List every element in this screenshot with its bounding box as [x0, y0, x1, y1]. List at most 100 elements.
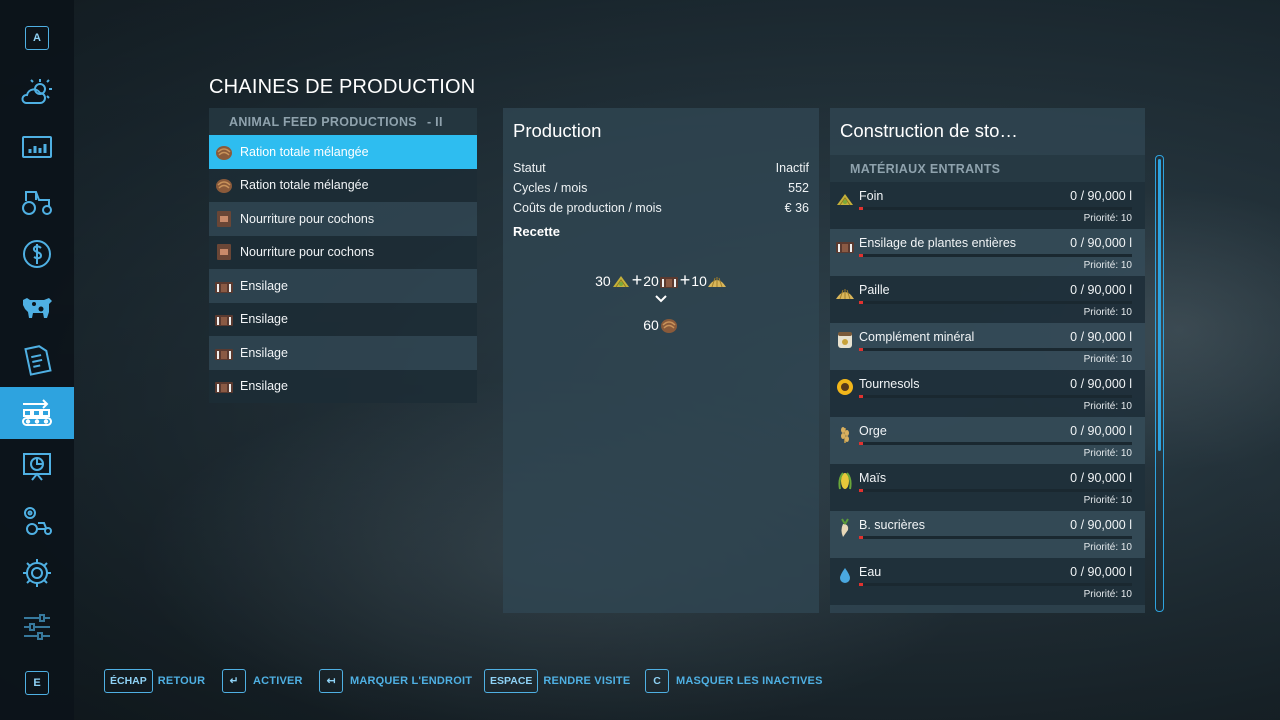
material-amount: 0 / 90,000 l [1070, 189, 1132, 203]
material-name: Paille [859, 283, 890, 297]
production-list-item[interactable]: Nourriture pour cochons [209, 235, 477, 269]
production-list-item[interactable]: Ensilage [209, 269, 477, 303]
sidebar-item-contracts[interactable] [0, 334, 74, 386]
input-material-row[interactable]: Complément minéral 0 / 90,000 l Priorité: … [830, 323, 1145, 370]
sidebar-item-finances[interactable] [0, 228, 74, 280]
material-priority: Priorité: 10 [1083, 495, 1132, 506]
weather-icon [21, 79, 52, 104]
footer-visit-button[interactable]: ESPACE RENDRE VISITE [484, 669, 630, 693]
material-name: Foin [859, 189, 884, 203]
input-materials-header: MATÉRIAUX ENTRANTS [830, 155, 1145, 182]
pig-food-icon [213, 241, 235, 263]
sidebar-item-statistics[interactable] [0, 122, 74, 174]
sidebar-item-vehicles[interactable] [0, 175, 74, 227]
production-list-item[interactable]: Ensilage [209, 369, 477, 403]
material-fill-level [859, 395, 863, 398]
material-amount: 0 / 90,000 l [1070, 565, 1132, 579]
recipe-inputs: 30 + 20 + 10 [503, 270, 819, 291]
sidebar-item-general-settings[interactable] [0, 601, 74, 653]
storage-scrollbar-thumb[interactable] [1158, 159, 1161, 451]
production-list-item-label: Ensilage [240, 312, 288, 327]
production-list-item-label: Nourriture pour cochons [240, 245, 375, 260]
pig-food-icon [213, 208, 235, 230]
silage-icon [659, 272, 679, 290]
input-material-row[interactable]: Eau 0 / 90,000 l Priorité: 10 [830, 558, 1145, 605]
input-material-row[interactable]: B. sucrières 0 / 90,000 l Priorité: 10 [830, 511, 1145, 558]
footer-activate-button[interactable]: ↵ ACTIVER [222, 669, 303, 693]
production-list-item[interactable]: Ration totale mélangée [209, 168, 477, 202]
sidebar-next-key[interactable]: E [0, 657, 74, 709]
production-list-item-label: Ration totale mélangée [240, 144, 369, 159]
hay-icon [835, 189, 855, 209]
material-name: Maïs [859, 471, 887, 485]
silage-icon [213, 275, 235, 297]
material-name: Ensilage de plantes entières [859, 236, 1017, 250]
input-material-row[interactable]: Tournesols 0 / 90,000 l Priorité: 10 [830, 370, 1145, 417]
production-list-item[interactable]: Ensilage [209, 302, 477, 336]
input-material-row[interactable]: Maïs 0 / 90,000 l Priorité: 10 [830, 464, 1145, 511]
recipe-input-amount: 20 [643, 272, 659, 289]
sidebar-item-presentation[interactable] [0, 441, 74, 493]
stat-value: Inactif [775, 161, 809, 175]
tmr-icon [659, 316, 679, 334]
material-amount: 0 / 90,000 l [1070, 236, 1132, 250]
sidebar-item-settings[interactable] [0, 547, 74, 599]
sidebar-item-animals[interactable] [0, 281, 74, 333]
silage-icon [835, 236, 855, 256]
stat-cost: Coûts de production / mois € 36 [513, 201, 809, 215]
sidebar-item-weather[interactable] [0, 67, 74, 119]
recipe-output-amount: 60 [643, 317, 659, 333]
silage-icon [213, 308, 235, 330]
key-escape: ÉCHAP [104, 669, 153, 693]
sidebar-item-production-chains[interactable] [0, 387, 74, 439]
material-fill-level [859, 536, 863, 539]
key-a: A [25, 26, 49, 50]
storage-scrollbar[interactable] [1155, 155, 1164, 612]
material-fill-level [859, 489, 863, 492]
settings-gear-icon [23, 559, 51, 587]
material-priority: Priorité: 10 [1083, 307, 1132, 318]
key-enter: ↵ [222, 669, 246, 693]
material-amount: 0 / 90,000 l [1070, 330, 1132, 344]
footer-hide-inactive-button[interactable]: C MASQUER LES INACTIVES [645, 669, 823, 693]
production-list-item[interactable]: Ensilage [209, 336, 477, 370]
key-e: E [25, 671, 49, 695]
material-fill-level [859, 348, 863, 351]
recipe-label: Recette [513, 224, 560, 239]
input-material-row[interactable]: Orge 0 / 90,000 l Priorité: 10 [830, 417, 1145, 464]
input-material-row[interactable]: Paille 0 / 90,000 l Priorité: 10 [830, 276, 1145, 323]
vehicle-settings-icon [24, 507, 52, 535]
sidebar-item-vehicle-settings[interactable] [0, 494, 74, 546]
key-c: C [645, 669, 669, 693]
footer-mark-location-button[interactable]: ↤ MARQUER L'ENDROIT [319, 669, 472, 693]
production-list-item-label: Nourriture pour cochons [240, 211, 375, 226]
recipe-input-amount: 30 [595, 272, 611, 289]
input-material-row[interactable]: Ensilage de plantes entières 0 / 90,000 l… [830, 229, 1145, 276]
stat-label: Cycles / mois [513, 181, 588, 195]
material-priority: Priorité: 10 [1083, 401, 1132, 412]
footer-back-button[interactable]: ÉCHAP RETOUR [104, 669, 205, 693]
sidebar-prev-key[interactable]: A [0, 12, 74, 64]
input-material-row[interactable]: Foin 0 / 90,000 l Priorité: 10 [830, 182, 1145, 229]
material-name: Complément minéral [859, 330, 975, 344]
production-list-header: ANIMAL FEED PRODUCTIONS - II [209, 108, 477, 135]
material-priority: Priorité: 10 [1083, 448, 1132, 459]
footer-label: MASQUER LES INACTIVES [676, 675, 823, 687]
material-amount: 0 / 90,000 l [1070, 518, 1132, 532]
production-group-index: - II [426, 114, 443, 129]
production-list-item[interactable]: Nourriture pour cochons [209, 202, 477, 236]
material-fill-level [859, 207, 863, 210]
production-list-item-label: Ensilage [240, 345, 288, 360]
hay-icon [611, 272, 631, 290]
material-name: Eau [859, 565, 882, 579]
production-list-item[interactable]: Ration totale mélangée [209, 135, 477, 169]
production-group-name: ANIMAL FEED PRODUCTIONS [229, 114, 417, 129]
footer-label: RENDRE VISITE [543, 675, 631, 687]
material-fill-level [859, 442, 863, 445]
key-space: ESPACE [484, 669, 539, 693]
statistics-icon [22, 136, 52, 158]
tmr-icon [213, 141, 235, 163]
sliders-icon [24, 614, 50, 640]
sugarbeet-icon [835, 518, 855, 538]
storage-panel: Construction de sto… MATÉRIAUX ENTRANTS … [830, 108, 1145, 613]
